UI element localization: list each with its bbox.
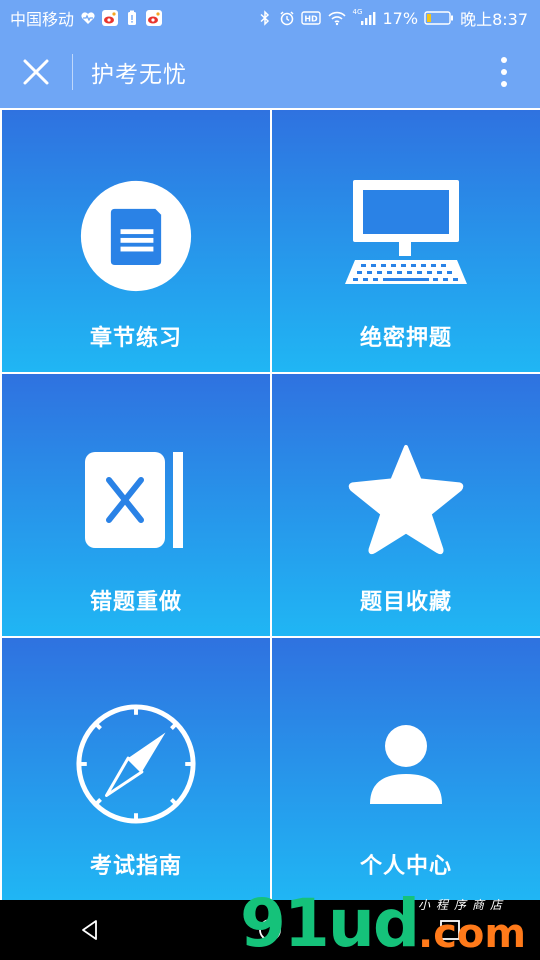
status-right: HD 4G 17% 晚上8:37 — [257, 6, 528, 30]
tile-label: 题目收藏 — [359, 590, 452, 615]
wifi-icon — [327, 10, 347, 26]
tile-secret-questions[interactable]: 绝密押题 — [272, 110, 540, 372]
tile-chapter-practice[interactable]: 章节练习 — [2, 110, 270, 372]
alarm-icon — [279, 10, 295, 26]
status-time: 晚上8:37 — [460, 10, 528, 29]
more-options-button[interactable] — [486, 54, 522, 90]
network-label: 4G — [352, 8, 363, 16]
computer-icon — [272, 166, 540, 306]
user-icon — [272, 694, 540, 834]
hd-icon: HD — [300, 10, 321, 26]
tile-profile[interactable]: 个人中心 — [272, 638, 540, 900]
star-icon — [272, 430, 540, 570]
status-left: 中国移动 — [10, 6, 163, 30]
bluetooth-icon — [257, 10, 273, 26]
tile-label: 绝密押题 — [359, 326, 452, 351]
title-divider — [72, 54, 73, 90]
recents-button[interactable] — [420, 900, 480, 960]
more-vertical-icon — [501, 57, 507, 87]
tile-exam-guide[interactable]: 考试指南 — [2, 638, 270, 900]
tile-label: 个人中心 — [359, 854, 452, 879]
back-triangle-icon — [82, 920, 97, 940]
battery-icon — [424, 10, 454, 26]
hd-label: HD — [304, 15, 318, 24]
system-nav-bar — [0, 900, 540, 960]
carrier-label: 中国移动 — [10, 10, 75, 29]
compass-icon — [2, 694, 270, 834]
heart-rate-icon — [80, 10, 96, 26]
page-title: 护考无忧 — [91, 62, 187, 88]
battery-percent: 17% — [382, 8, 419, 28]
close-button[interactable] — [0, 36, 72, 108]
title-bar: 护考无忧 — [0, 36, 540, 108]
back-button[interactable] — [60, 900, 120, 960]
tile-label: 章节练习 — [89, 326, 182, 351]
wrong-book-icon — [2, 430, 270, 570]
tile-label: 错题重做 — [89, 590, 182, 615]
document-icon — [2, 166, 270, 306]
home-button[interactable] — [240, 900, 300, 960]
close-icon — [23, 59, 49, 85]
tile-redo-wrong[interactable]: 错题重做 — [2, 374, 270, 636]
home-circle-icon — [259, 919, 281, 941]
tile-favorites[interactable]: 题目收藏 — [272, 374, 540, 636]
tile-label: 考试指南 — [89, 854, 182, 879]
recents-square-icon — [440, 920, 460, 940]
menu-grid: 章节练习 绝密押题 错题重做 题目收藏 考试指南 个人中心 — [0, 108, 540, 900]
signal-icon: 4G — [352, 8, 377, 26]
battery-alert-icon — [124, 10, 140, 26]
weibo-icon — [102, 10, 119, 26]
weibo-icon — [146, 10, 163, 26]
status-bar: 中国移动 HD 4G 17% 晚上8:37 — [0, 0, 540, 36]
